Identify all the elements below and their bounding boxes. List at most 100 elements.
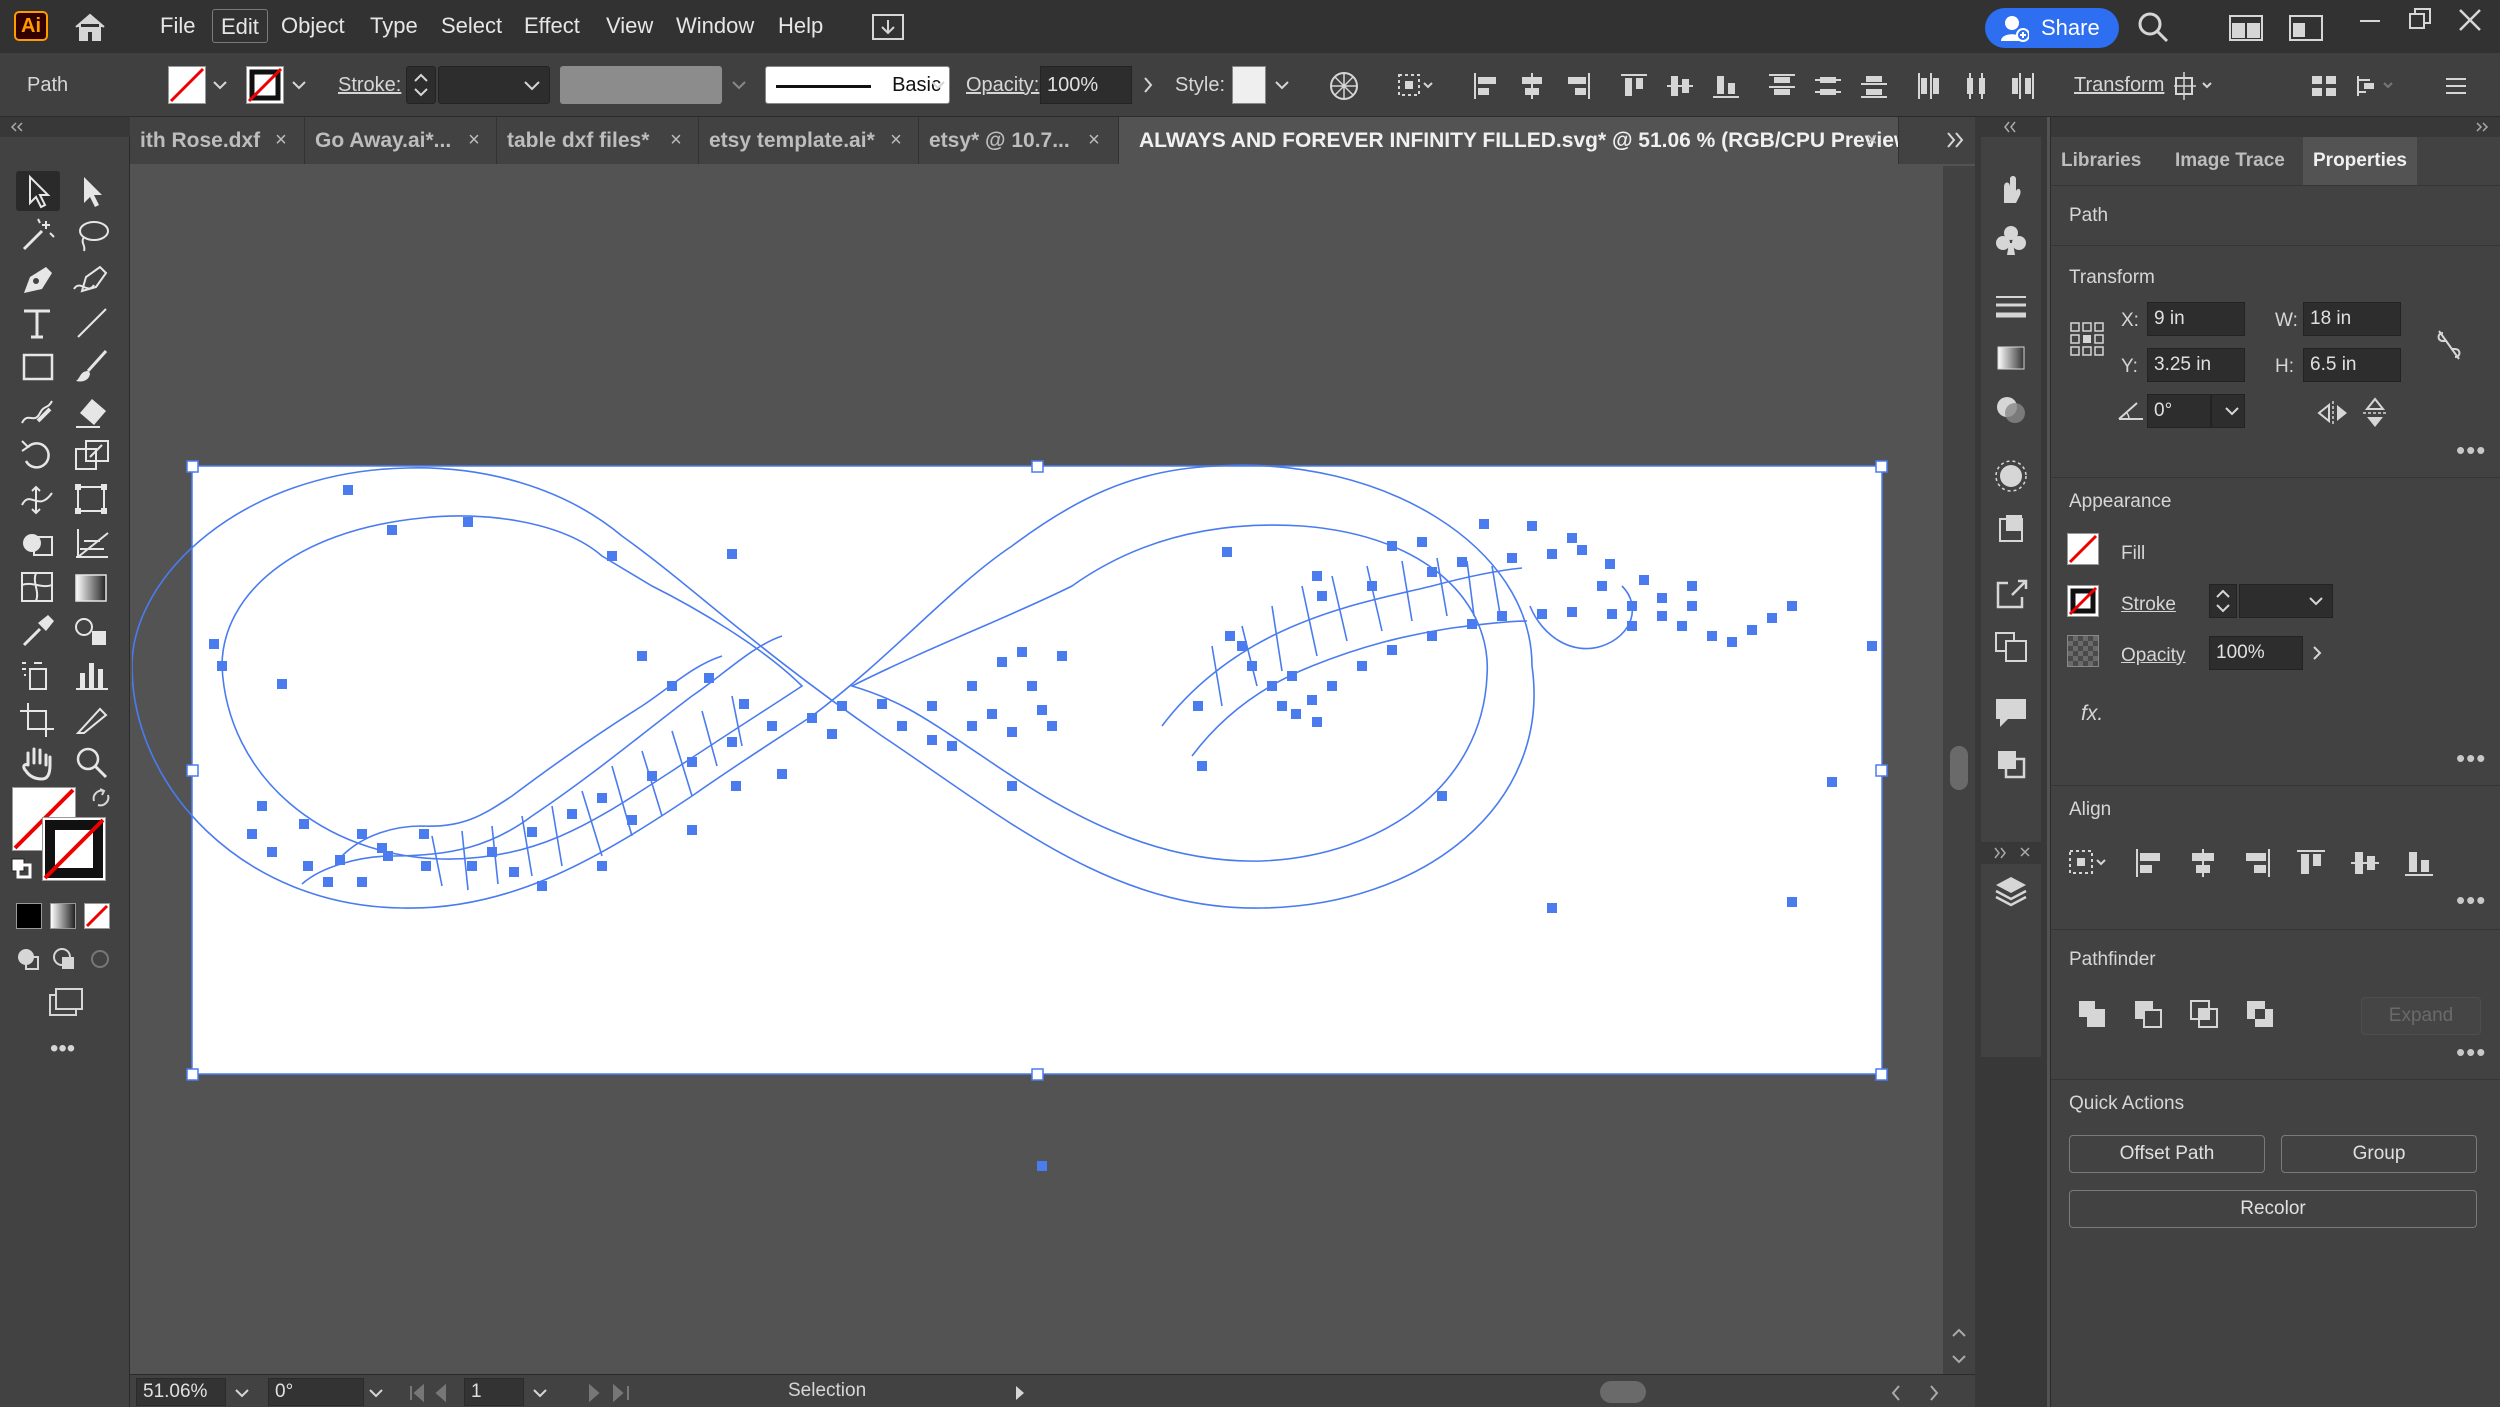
- anchor-point[interactable]: [1767, 613, 1777, 623]
- shape-builder-tool-icon[interactable]: [16, 523, 60, 563]
- anchor-point[interactable]: [527, 827, 537, 837]
- menu-help[interactable]: Help: [770, 9, 831, 43]
- opacity-field[interactable]: 100%: [1040, 66, 1132, 104]
- arrange-objects-icon[interactable]: [2354, 70, 2393, 102]
- anchor-point[interactable]: [1017, 647, 1027, 657]
- type-tool-icon[interactable]: [16, 303, 60, 343]
- anchor-point[interactable]: [1197, 761, 1207, 771]
- stroke-label[interactable]: Stroke:: [338, 73, 401, 97]
- align-horizontal-center-icon[interactable]: [1516, 70, 1552, 102]
- anchor-point[interactable]: [467, 861, 477, 871]
- anchor-point[interactable]: [487, 847, 497, 857]
- symbols-club-icon[interactable]: [1988, 219, 2034, 261]
- menu-file[interactable]: File: [152, 9, 203, 43]
- anchor-point[interactable]: [267, 847, 277, 857]
- anchor-point[interactable]: [1222, 547, 1232, 557]
- symbol-sprayer-tool-icon[interactable]: [16, 655, 60, 695]
- menu-edit[interactable]: Edit: [212, 9, 268, 43]
- variable-width-profile-field[interactable]: [560, 66, 722, 104]
- profile-chevron-down-icon[interactable]: [725, 66, 753, 104]
- anchor-point[interactable]: [1367, 581, 1377, 591]
- vertical-scrollbar-thumb[interactable]: [1950, 746, 1968, 790]
- align-right-icon[interactable]: [1562, 70, 1598, 102]
- anchor-point[interactable]: [997, 657, 1007, 667]
- transform-more-options-icon[interactable]: •••: [2456, 435, 2486, 466]
- doc-tab[interactable]: Go Away.ai*... ×: [305, 117, 497, 164]
- anchor-point[interactable]: [704, 673, 714, 683]
- anchor-point[interactable]: [1193, 701, 1203, 711]
- unite-icon[interactable]: [2075, 997, 2111, 1033]
- anchor-point[interactable]: [1547, 549, 1557, 559]
- reference-point-icon[interactable]: [2069, 321, 2105, 357]
- swap-fill-stroke-icon[interactable]: [90, 787, 112, 809]
- distribute-top-icon[interactable]: [1766, 70, 1802, 102]
- opacity-chevron-right-icon[interactable]: [2303, 636, 2331, 670]
- pathfinder-panel-icon[interactable]: [1988, 743, 2034, 785]
- eraser-tool-icon[interactable]: [70, 391, 114, 431]
- share-button[interactable]: Share: [1985, 8, 2119, 48]
- stroke-weight-stepper[interactable]: [406, 66, 436, 104]
- color-mode-icon[interactable]: [16, 903, 42, 929]
- menu-object[interactable]: Object: [273, 9, 353, 43]
- lasso-tool-icon[interactable]: [70, 215, 114, 255]
- tab-close-icon[interactable]: ×: [1083, 117, 1105, 164]
- direct-selection-tool-icon[interactable]: [70, 171, 114, 211]
- toolbar-grip[interactable]: [0, 117, 130, 137]
- anchor-point[interactable]: [1657, 593, 1667, 603]
- minimize-icon[interactable]: [2350, 6, 2390, 36]
- menu-effect[interactable]: Effect: [516, 9, 588, 43]
- anchor-point[interactable]: [1467, 619, 1477, 629]
- panel-align-top-icon[interactable]: [2293, 845, 2329, 881]
- column-graph-tool-icon[interactable]: [70, 655, 114, 695]
- distribute-vertical-center-icon[interactable]: [1812, 70, 1848, 102]
- anchor-point[interactable]: [509, 867, 519, 877]
- mesh-tool-icon[interactable]: [16, 567, 60, 607]
- rotation-field[interactable]: 0°: [268, 1378, 364, 1406]
- draw-normal-icon[interactable]: [14, 945, 42, 973]
- anchor-point[interactable]: [607, 551, 617, 561]
- paintbrush-tool-icon[interactable]: [70, 347, 114, 387]
- blend-tool-icon[interactable]: [70, 611, 114, 651]
- comments-icon[interactable]: [1988, 691, 2034, 733]
- exclude-icon[interactable]: [2243, 997, 2279, 1033]
- gradient-mode-icon[interactable]: [50, 903, 76, 929]
- infinity-artwork[interactable]: [132, 166, 1947, 1374]
- anchor-point[interactable]: [827, 729, 837, 739]
- slice-tool-icon[interactable]: [70, 699, 114, 739]
- anchor-point[interactable]: [727, 549, 737, 559]
- anchor-point[interactable]: [1687, 601, 1697, 611]
- anchor-point[interactable]: [1037, 1161, 1047, 1171]
- align-to-selection-icon[interactable]: [2067, 845, 2111, 881]
- control-bar-menu-icon[interactable]: [2440, 70, 2476, 102]
- tab-close-icon[interactable]: ×: [1861, 117, 1883, 164]
- anchor-point[interactable]: [1417, 537, 1427, 547]
- anchor-point[interactable]: [277, 679, 287, 689]
- anchor-point[interactable]: [1291, 709, 1301, 719]
- zoom-level-field[interactable]: 51.06%: [136, 1378, 226, 1406]
- anchor-point[interactable]: [1387, 541, 1397, 551]
- anchor-point[interactable]: [1057, 651, 1067, 661]
- anchor-point[interactable]: [1317, 591, 1327, 601]
- menu-window[interactable]: Window: [668, 9, 762, 43]
- anchor-point[interactable]: [1357, 661, 1367, 671]
- horizontal-scrollbar-thumb[interactable]: [1600, 1381, 1646, 1403]
- rotate-tool-icon[interactable]: [16, 435, 60, 475]
- anchor-point[interactable]: [987, 709, 997, 719]
- anchor-point[interactable]: [537, 881, 547, 891]
- anchor-point[interactable]: [357, 829, 367, 839]
- artboard-number-field[interactable]: 1: [464, 1378, 524, 1406]
- doc-tab[interactable]: etsy template.ai* ×: [699, 117, 919, 164]
- anchor-point[interactable]: [1497, 611, 1507, 621]
- tab-properties[interactable]: Properties: [2303, 137, 2417, 185]
- anchor-point[interactable]: [1527, 521, 1537, 531]
- anchor-point[interactable]: [419, 829, 429, 839]
- anchor-point[interactable]: [1047, 721, 1057, 731]
- minus-front-icon[interactable]: [2131, 997, 2167, 1033]
- anchor-point[interactable]: [1287, 671, 1297, 681]
- anchor-point[interactable]: [357, 877, 367, 887]
- expand-button[interactable]: Expand: [2361, 997, 2481, 1035]
- anchor-point[interactable]: [1427, 567, 1437, 577]
- anchor-point[interactable]: [947, 741, 957, 751]
- offset-path-button[interactable]: Offset Path: [2069, 1135, 2265, 1173]
- anchor-point[interactable]: [1307, 695, 1317, 705]
